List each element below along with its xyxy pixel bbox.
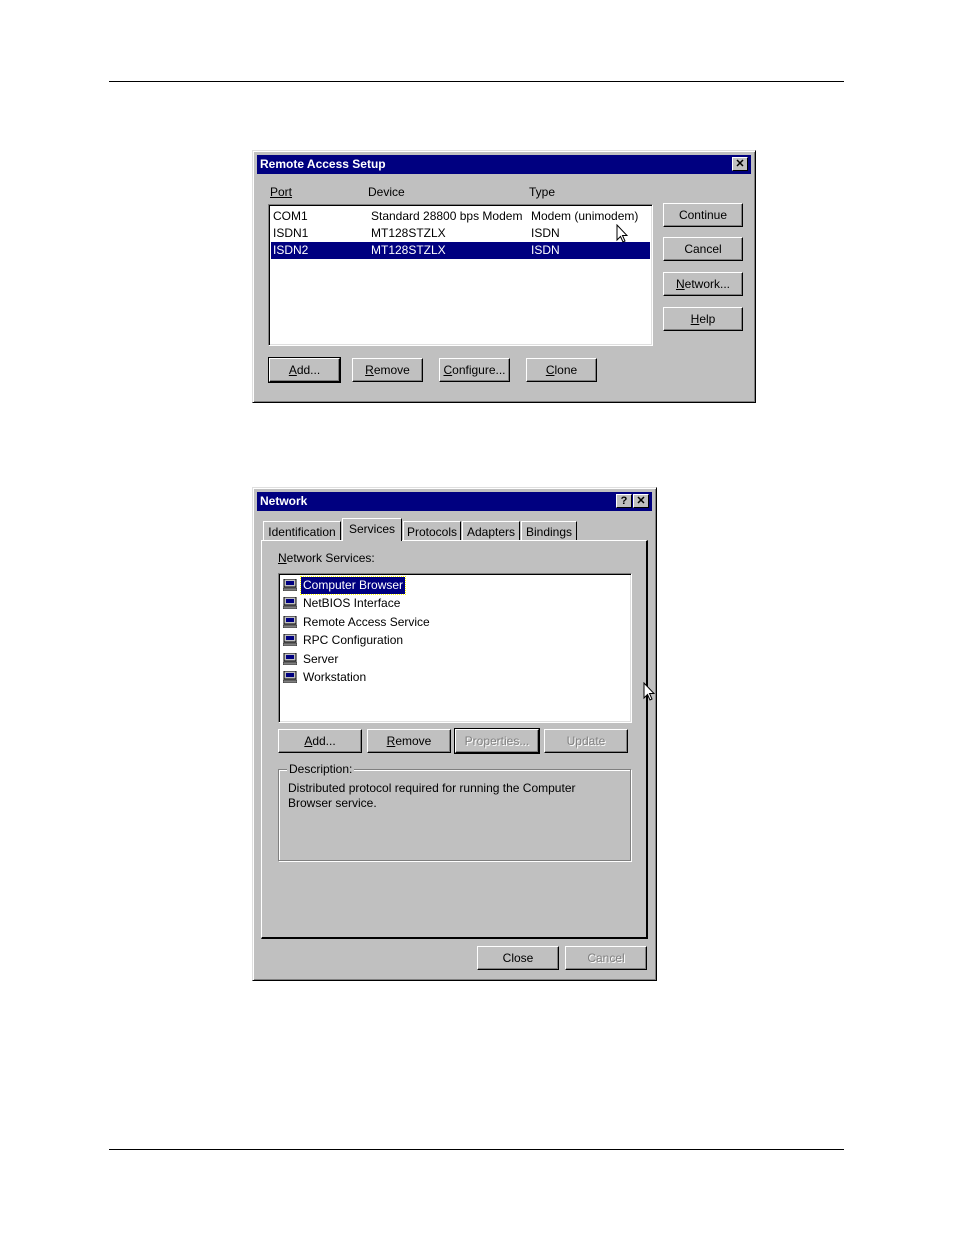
network-dialog: Network ? ✕ Identification Services Prot… — [252, 487, 657, 981]
dialog-title: Remote Access Setup — [260, 157, 386, 171]
update-button[interactable]: Update — [544, 729, 628, 753]
dialog-title: Network — [260, 494, 308, 508]
cancel-button[interactable]: Cancel — [565, 946, 647, 970]
computer-service-icon — [283, 634, 297, 646]
tab-bindings[interactable]: Bindings — [521, 521, 577, 541]
help-icon[interactable]: ? — [616, 494, 632, 508]
title-bar: Remote Access Setup ✕ — [257, 155, 751, 174]
tab-identification[interactable]: Identification — [263, 521, 341, 541]
page-bottom-rule — [109, 1149, 844, 1150]
service-label: Computer Browser — [299, 576, 407, 595]
computer-service-icon — [283, 579, 297, 591]
service-label: NetBIOS Interface — [303, 596, 401, 610]
mouse-cursor-icon — [616, 224, 628, 243]
computer-service-icon — [283, 616, 297, 628]
remove-button[interactable]: Remove — [367, 729, 451, 753]
add-button[interactable]: Add... — [268, 357, 341, 383]
properties-button[interactable]: Properties... — [454, 728, 540, 754]
mouse-cursor-icon — [643, 682, 655, 701]
type-cell: ISDN — [531, 226, 560, 240]
tab-strip: Identification Services Protocols Adapte… — [263, 518, 653, 541]
service-label: Server — [303, 652, 339, 666]
port-cell: ISDN1 — [273, 226, 309, 240]
services-list[interactable]: Computer Browser NetBIOS Interface Remot… — [278, 573, 632, 723]
service-label: Remote Access Service — [303, 615, 430, 629]
description-group: Description: Distributed protocol requir… — [278, 762, 631, 861]
cancel-button[interactable]: Cancel — [663, 237, 743, 261]
type-cell: ISDN — [531, 243, 560, 257]
continue-button[interactable]: Continue — [663, 203, 743, 227]
description-label: Description: — [287, 762, 355, 776]
device-cell: MT128STZLX — [371, 243, 446, 257]
page-top-rule — [109, 81, 844, 82]
clone-button[interactable]: Clone — [526, 358, 597, 382]
tab-services[interactable]: Services — [342, 518, 402, 541]
network-button[interactable]: Network... — [663, 272, 743, 296]
computer-service-icon — [283, 653, 297, 665]
close-icon[interactable]: ✕ — [633, 494, 649, 508]
tab-protocols[interactable]: Protocols — [403, 521, 461, 541]
list-item[interactable]: ISDN1 MT128STZLX ISDN — [271, 225, 650, 242]
configure-button[interactable]: Configure... — [439, 358, 510, 382]
close-icon[interactable]: ✕ — [732, 157, 748, 171]
list-item[interactable]: COM1 Standard 28800 bps Modem Modem (uni… — [271, 208, 650, 225]
list-item-selected[interactable]: ISDN2 MT128STZLX ISDN — [271, 242, 650, 259]
computer-service-icon — [283, 671, 297, 683]
network-services-label: Network Services: — [278, 551, 375, 565]
computer-service-icon — [283, 597, 297, 609]
device-cell: Standard 28800 bps Modem — [371, 209, 523, 223]
remove-button[interactable]: Remove — [352, 358, 423, 382]
column-header-port: Port — [270, 185, 293, 199]
type-cell: Modem (unimodem) — [531, 209, 639, 223]
title-bar: Network ? ✕ — [257, 492, 652, 511]
description-text: Distributed protocol required for runnin… — [288, 781, 576, 810]
close-button[interactable]: Close — [477, 946, 559, 970]
port-cell: ISDN2 — [273, 243, 309, 257]
port-cell: COM1 — [273, 209, 308, 223]
service-label: RPC Configuration — [303, 633, 404, 647]
remote-access-setup-dialog: Remote Access Setup ✕ Port Device Type C… — [252, 150, 756, 403]
tab-adapters[interactable]: Adapters — [462, 521, 520, 541]
column-header-type: Type — [529, 185, 556, 199]
services-tab-page: Network Services: Computer Browser NetBI… — [261, 540, 648, 939]
service-label: Workstation — [303, 670, 367, 684]
help-button[interactable]: Help — [663, 307, 743, 331]
device-cell: MT128STZLX — [371, 226, 446, 240]
port-list[interactable]: COM1 Standard 28800 bps Modem Modem (uni… — [268, 204, 653, 346]
add-button[interactable]: Add... — [278, 729, 362, 753]
column-header-device: Device — [368, 185, 405, 199]
